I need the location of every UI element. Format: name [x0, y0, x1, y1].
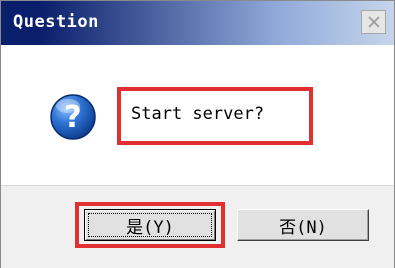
close-icon: [367, 16, 380, 28]
no-button[interactable]: 否(N): [237, 209, 369, 241]
question-dialog: Question ? Start server? 是(Y) 否(N): [0, 0, 395, 268]
title-bar[interactable]: Question: [1, 1, 394, 45]
message-highlight: Start server?: [117, 87, 313, 145]
yes-button-label: 是(Y): [126, 217, 174, 238]
message-text: Start server?: [131, 104, 265, 124]
close-button[interactable]: [361, 10, 386, 34]
dialog-title: Question: [13, 12, 99, 32]
question-icon: ?: [50, 94, 96, 140]
no-button-label: 否(N): [279, 217, 327, 238]
button-bar: 是(Y) 否(N): [1, 185, 394, 268]
dialog-body: ? Start server?: [1, 45, 394, 185]
yes-button[interactable]: 是(Y): [84, 209, 216, 241]
svg-text:?: ?: [64, 100, 81, 135]
